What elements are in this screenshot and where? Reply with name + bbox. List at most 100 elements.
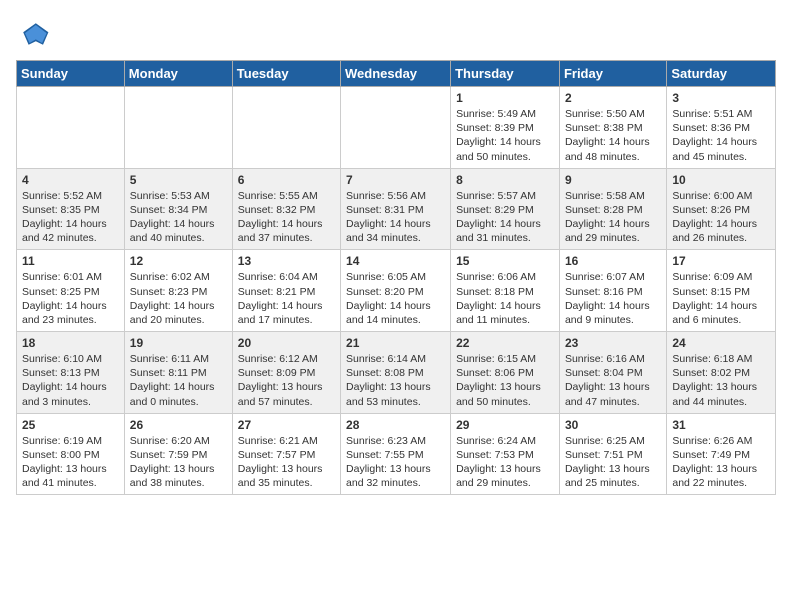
day-info: and 11 minutes. [456, 313, 554, 327]
day-info: Daylight: 14 hours [672, 135, 770, 149]
calendar-week-row: 1Sunrise: 5:49 AMSunset: 8:39 PMDaylight… [17, 87, 776, 169]
day-info: Sunset: 8:04 PM [565, 366, 661, 380]
day-info: Sunset: 8:06 PM [456, 366, 554, 380]
day-info: Sunrise: 6:14 AM [346, 352, 445, 366]
calendar-cell: 5Sunrise: 5:53 AMSunset: 8:34 PMDaylight… [124, 168, 232, 250]
day-info: Daylight: 14 hours [22, 380, 119, 394]
day-info: Sunset: 8:38 PM [565, 121, 661, 135]
day-info: Sunrise: 5:50 AM [565, 107, 661, 121]
day-info: and 0 minutes. [130, 395, 227, 409]
day-info: Sunrise: 5:52 AM [22, 189, 119, 203]
calendar-cell: 14Sunrise: 6:05 AMSunset: 8:20 PMDayligh… [341, 250, 451, 332]
day-info: Sunset: 8:09 PM [238, 366, 335, 380]
calendar-header-row: SundayMondayTuesdayWednesdayThursdayFrid… [17, 61, 776, 87]
day-info: Sunrise: 6:10 AM [22, 352, 119, 366]
day-number: 19 [130, 336, 227, 350]
calendar-week-row: 18Sunrise: 6:10 AMSunset: 8:13 PMDayligh… [17, 332, 776, 414]
day-header: Monday [124, 61, 232, 87]
day-number: 3 [672, 91, 770, 105]
day-info: Sunset: 7:51 PM [565, 448, 661, 462]
calendar-cell: 18 Sunrise: 6:10 AMSunset: 8:13 PMDayligh… [17, 332, 125, 414]
day-info: Sunset: 8:31 PM [346, 203, 445, 217]
day-info: and 45 minutes. [672, 150, 770, 164]
day-info: Daylight: 14 hours [456, 299, 554, 313]
day-number: 27 [238, 418, 335, 432]
calendar-cell [17, 87, 125, 169]
day-info: Sunrise: 6:26 AM [672, 434, 770, 448]
day-info: Sunrise: 6:20 AM [130, 434, 227, 448]
day-info: Sunrise: 6:11 AM [130, 352, 227, 366]
day-info: and 44 minutes. [672, 395, 770, 409]
day-info: and 22 minutes. [672, 476, 770, 490]
calendar-week-row: 11Sunrise: 6:01 AMSunset: 8:25 PMDayligh… [17, 250, 776, 332]
day-info: Sunrise: 6:01 AM [22, 270, 119, 284]
day-info: and 53 minutes. [346, 395, 445, 409]
day-info: Sunrise: 6:25 AM [565, 434, 661, 448]
day-info: and 48 minutes. [565, 150, 661, 164]
day-number: 26 [130, 418, 227, 432]
day-number: 24 [672, 336, 770, 350]
day-info: Daylight: 14 hours [130, 380, 227, 394]
day-number: 28 [346, 418, 445, 432]
calendar: SundayMondayTuesdayWednesdayThursdayFrid… [16, 60, 776, 495]
calendar-week-row: 25Sunrise: 6:19 AMSunset: 8:00 PMDayligh… [17, 413, 776, 495]
day-info: Daylight: 13 hours [238, 462, 335, 476]
day-info: and 40 minutes. [130, 231, 227, 245]
calendar-cell [124, 87, 232, 169]
day-info: Sunset: 8:28 PM [565, 203, 661, 217]
calendar-cell: 30Sunrise: 6:25 AMSunset: 7:51 PMDayligh… [559, 413, 666, 495]
day-info: Sunrise: 5:55 AM [238, 189, 335, 203]
day-info: Sunrise: 5:57 AM [456, 189, 554, 203]
day-info: Sunrise: 6:07 AM [565, 270, 661, 284]
day-info: Daylight: 13 hours [238, 380, 335, 394]
day-info: and 35 minutes. [238, 476, 335, 490]
day-info: and 3 minutes. [22, 395, 119, 409]
day-info: Sunset: 8:18 PM [456, 285, 554, 299]
day-number: 16 [565, 254, 661, 268]
calendar-cell: 21Sunrise: 6:14 AMSunset: 8:08 PMDayligh… [341, 332, 451, 414]
day-info: Daylight: 13 hours [130, 462, 227, 476]
calendar-cell: 9Sunrise: 5:58 AMSunset: 8:28 PMDaylight… [559, 168, 666, 250]
day-info: Sunset: 8:39 PM [456, 121, 554, 135]
day-number: 18 [22, 336, 119, 350]
day-info: Sunset: 8:02 PM [672, 366, 770, 380]
page-header [16, 16, 776, 52]
day-number: 10 [672, 173, 770, 187]
calendar-cell [341, 87, 451, 169]
day-info: Sunrise: 6:24 AM [456, 434, 554, 448]
day-info: Sunrise: 5:56 AM [346, 189, 445, 203]
day-info: and 9 minutes. [565, 313, 661, 327]
day-info: Daylight: 14 hours [456, 217, 554, 231]
day-info: and 20 minutes. [130, 313, 227, 327]
day-info: and 37 minutes. [238, 231, 335, 245]
day-number: 7 [346, 173, 445, 187]
day-header: Friday [559, 61, 666, 87]
day-info: Sunrise: 6:00 AM [672, 189, 770, 203]
day-number: 6 [238, 173, 335, 187]
day-info: Sunset: 8:21 PM [238, 285, 335, 299]
day-info: Daylight: 14 hours [238, 299, 335, 313]
day-info: Sunset: 8:20 PM [346, 285, 445, 299]
calendar-cell: 25Sunrise: 6:19 AMSunset: 8:00 PMDayligh… [17, 413, 125, 495]
calendar-cell: 22Sunrise: 6:15 AMSunset: 8:06 PMDayligh… [451, 332, 560, 414]
calendar-cell: 24Sunrise: 6:18 AMSunset: 8:02 PMDayligh… [667, 332, 776, 414]
day-info: Daylight: 14 hours [238, 217, 335, 231]
calendar-cell: 19Sunrise: 6:11 AMSunset: 8:11 PMDayligh… [124, 332, 232, 414]
day-info: Sunrise: 6:16 AM [565, 352, 661, 366]
day-number: 4 [22, 173, 119, 187]
day-number: 25 [22, 418, 119, 432]
calendar-cell: 12Sunrise: 6:02 AMSunset: 8:23 PMDayligh… [124, 250, 232, 332]
day-info: Sunset: 7:49 PM [672, 448, 770, 462]
calendar-cell: 1Sunrise: 5:49 AMSunset: 8:39 PMDaylight… [451, 87, 560, 169]
day-info: Sunrise: 5:51 AM [672, 107, 770, 121]
calendar-cell: 28Sunrise: 6:23 AMSunset: 7:55 PMDayligh… [341, 413, 451, 495]
calendar-cell: 3Sunrise: 5:51 AMSunset: 8:36 PMDaylight… [667, 87, 776, 169]
calendar-cell: 10Sunrise: 6:00 AMSunset: 8:26 PMDayligh… [667, 168, 776, 250]
day-info: and 34 minutes. [346, 231, 445, 245]
day-info: Daylight: 14 hours [346, 217, 445, 231]
calendar-cell: 7 Sunrise: 5:56 AMSunset: 8:31 PMDaylight… [341, 168, 451, 250]
day-info: Sunset: 8:13 PM [22, 366, 119, 380]
day-number: 9 [565, 173, 661, 187]
day-info: Sunset: 8:00 PM [22, 448, 119, 462]
day-info: and 26 minutes. [672, 231, 770, 245]
